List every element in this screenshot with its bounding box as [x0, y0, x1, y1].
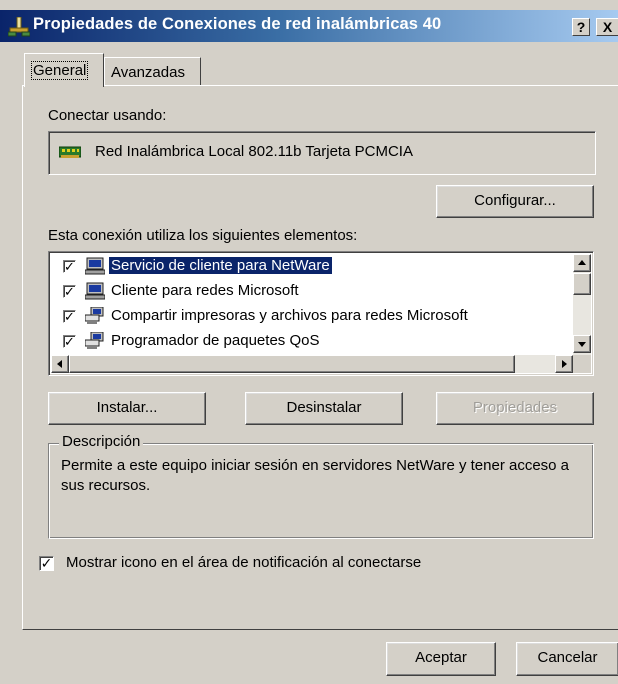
title-bar[interactable]: Propiedades de Conexiones de red inalámb…: [0, 10, 618, 42]
horizontal-scrollbar[interactable]: [51, 355, 573, 373]
install-button-label: Instalar...: [96, 399, 158, 416]
arrow-up-icon: [578, 260, 586, 265]
tab-panel-general: Conectar usando: Red Inalámbrica Local 8…: [22, 85, 618, 630]
vertical-scrollbar[interactable]: [573, 254, 591, 355]
component-checkbox[interactable]: ✓: [63, 310, 76, 323]
scroll-up-button[interactable]: [573, 254, 591, 272]
list-item[interactable]: ✓ Cliente para redes Microsoft: [51, 281, 571, 303]
configure-button-label: Configurar...: [474, 192, 556, 209]
list-item[interactable]: ✓ Programador de paquetes QoS: [51, 331, 571, 353]
tab-avanzadas[interactable]: Avanzadas: [104, 57, 201, 85]
component-checkbox[interactable]: ✓: [63, 260, 76, 273]
close-button[interactable]: X: [596, 18, 618, 36]
connect-using-label: Conectar usando:: [48, 107, 167, 124]
network-service-icon: [85, 332, 104, 349]
tab-general[interactable]: General: [24, 53, 104, 87]
help-button[interactable]: ?: [572, 18, 590, 36]
description-title: Descripción: [59, 433, 144, 450]
list-item[interactable]: ✓ Compartir impresoras y archivos para r…: [51, 306, 571, 328]
window-title: Propiedades de Conexiones de red inalámb…: [33, 15, 442, 33]
component-label: Compartir impresoras y archivos para red…: [111, 307, 468, 324]
tab-avanzadas-label: Avanzadas: [111, 64, 185, 81]
configure-button[interactable]: Configurar...: [436, 185, 594, 218]
install-button[interactable]: Instalar...: [48, 392, 206, 425]
uninstall-button[interactable]: Desinstalar: [245, 392, 403, 425]
cancel-button[interactable]: Cancelar: [516, 642, 618, 676]
adapter-box: Red Inalámbrica Local 802.11b Tarjeta PC…: [48, 131, 596, 175]
ok-button[interactable]: Aceptar: [386, 642, 496, 676]
scrollbar-corner: [573, 355, 591, 373]
adapter-name: Red Inalámbrica Local 802.11b Tarjeta PC…: [95, 143, 413, 160]
component-label: Servicio de cliente para NetWare: [109, 257, 332, 274]
component-checkbox[interactable]: ✓: [63, 335, 76, 348]
arrow-down-icon: [578, 342, 586, 347]
show-icon-label[interactable]: Mostrar icono en el área de notificación…: [66, 554, 421, 571]
ok-button-label: Aceptar: [415, 649, 467, 666]
components-list[interactable]: ✓ Servicio de cliente para NetWare ✓ Cli…: [48, 251, 594, 376]
uninstall-button-label: Desinstalar: [286, 399, 362, 416]
scroll-right-button[interactable]: [555, 355, 573, 373]
network-service-icon: [85, 307, 104, 324]
properties-button[interactable]: Propiedades: [436, 392, 594, 425]
component-label: Programador de paquetes QoS: [111, 332, 320, 349]
tab-general-label: General: [31, 61, 89, 80]
network-connection-icon: [8, 17, 30, 37]
properties-dialog: Propiedades de Conexiones de red inalámb…: [0, 0, 618, 684]
network-adapter-icon: [59, 146, 81, 158]
scroll-down-button[interactable]: [573, 335, 591, 353]
arrow-right-icon: [562, 360, 567, 368]
scroll-thumb-horizontal[interactable]: [69, 355, 515, 373]
properties-button-label: Propiedades: [472, 399, 558, 416]
component-label: Cliente para redes Microsoft: [111, 282, 299, 299]
scroll-left-button[interactable]: [51, 355, 69, 373]
scroll-thumb[interactable]: [573, 273, 591, 295]
description-text: Permite a este equipo iniciar sesión en …: [61, 457, 570, 494]
network-client-icon: [85, 257, 105, 275]
show-icon-checkbox[interactable]: ✓: [39, 556, 54, 571]
arrow-left-icon: [57, 360, 62, 368]
network-client-icon: [85, 282, 105, 300]
list-item[interactable]: ✓ Servicio de cliente para NetWare: [51, 256, 571, 278]
components-label: Esta conexión utiliza los siguientes ele…: [48, 227, 358, 244]
cancel-button-label: Cancelar: [537, 649, 598, 666]
component-checkbox[interactable]: ✓: [63, 285, 76, 298]
